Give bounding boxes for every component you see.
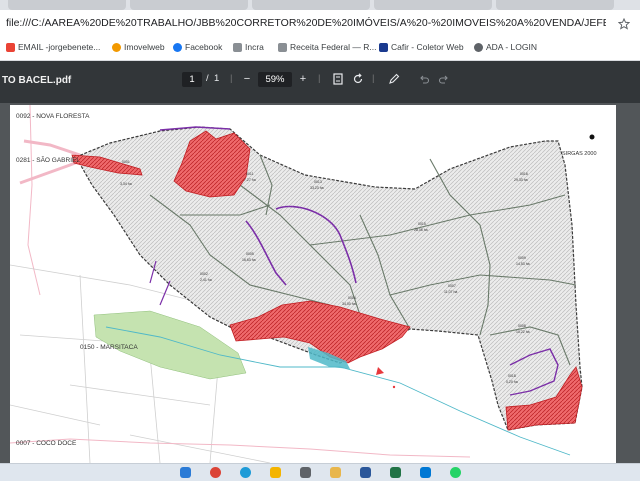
- label-marsitaca: 0150 - MARSITACA: [80, 344, 138, 351]
- svg-text:0018: 0018: [508, 374, 516, 378]
- pin-icon: [112, 42, 121, 52]
- page-total: 1: [214, 73, 220, 84]
- label-coco-doce: 0007 - COCO DOCE: [16, 440, 77, 447]
- whatsapp-icon[interactable]: [450, 467, 461, 478]
- svg-text:0004: 0004: [348, 296, 356, 300]
- divider: |: [318, 73, 321, 84]
- pdf-toolbar: TO BACEL.pdf 1 / 1 | − 59% + | |: [0, 61, 640, 103]
- address-bar[interactable]: file:///C:/AAREA%20DE%20TRABALHO/JBB%20C…: [0, 10, 640, 38]
- bookmark-incra[interactable]: Incra: [233, 42, 264, 52]
- pdf-viewer[interactable]: 0001 3,34 ha 0011 7,27 ha 0013 33,23 ha 001…: [0, 103, 640, 463]
- svg-text:2,41 ha: 2,41 ha: [200, 278, 212, 282]
- svg-text:29,33 ha: 29,33 ha: [514, 178, 528, 182]
- svg-text:0005: 0005: [246, 252, 254, 256]
- files-icon[interactable]: [270, 467, 281, 478]
- windows-start-icon[interactable]: [180, 467, 191, 478]
- outlook-icon[interactable]: [420, 467, 431, 478]
- browser-tab[interactable]: [8, 0, 126, 10]
- svg-text:16,63 ha: 16,63 ha: [242, 258, 256, 262]
- svg-text:34,00 ha: 34,00 ha: [342, 302, 356, 306]
- undo-icon[interactable]: [418, 73, 430, 85]
- svg-text:0015: 0015: [418, 222, 426, 226]
- word-icon[interactable]: [360, 467, 371, 478]
- bookmark-cafir[interactable]: Cafir - Coletor Web: [379, 42, 464, 52]
- north-marker: [589, 134, 595, 140]
- cafir-icon: [379, 42, 388, 52]
- svg-text:14,53 ha: 14,53 ha: [516, 262, 530, 266]
- receita-icon: [278, 42, 287, 52]
- annotate-icon[interactable]: [388, 73, 400, 85]
- svg-text:0002: 0002: [200, 272, 208, 276]
- svg-text:0013: 0013: [314, 180, 322, 184]
- bookmark-label: Imovelweb: [124, 42, 165, 52]
- bookmark-label: Facebook: [185, 42, 223, 52]
- svg-text:0,20 ha: 0,20 ha: [506, 380, 518, 384]
- page-separator: /: [206, 73, 209, 84]
- bookmark-label: Receita Federal — R...: [290, 42, 377, 52]
- pdf-page: 0001 3,34 ha 0011 7,27 ha 0013 33,23 ha 001…: [10, 105, 616, 463]
- star-icon[interactable]: [618, 18, 630, 30]
- property-map: 0001 3,34 ha 0011 7,27 ha 0013 33,23 ha 001…: [10, 105, 616, 463]
- bookmark-label: ADA - LOGIN: [486, 42, 538, 52]
- browser-tab[interactable]: [374, 0, 492, 10]
- label-sao-gabriel: 0281 - SÃO GABRIEL: [16, 155, 80, 164]
- browser-tab[interactable]: [130, 0, 248, 10]
- svg-text:0007: 0007: [448, 284, 456, 288]
- svg-text:7,27 ha: 7,27 ha: [244, 178, 256, 182]
- bookmark-label: Incra: [245, 42, 264, 52]
- incra-icon: [233, 42, 242, 52]
- svg-text:33,23 ha: 33,23 ha: [310, 186, 324, 190]
- excel-icon[interactable]: [390, 467, 401, 478]
- browser-tab[interactable]: [252, 0, 370, 10]
- rotate-icon[interactable]: [352, 73, 364, 85]
- svg-text:28,08 ha: 28,08 ha: [414, 228, 428, 232]
- zoom-in-button[interactable]: +: [296, 72, 310, 87]
- svg-text:0011: 0011: [246, 172, 254, 176]
- bookmark-ada[interactable]: ADA - LOGIN: [474, 42, 537, 52]
- bookmark-email[interactable]: EMAIL -jorgebenete...: [6, 42, 100, 52]
- page-number-input[interactable]: 1: [182, 72, 202, 87]
- svg-text:11,07 ha: 11,07 ha: [444, 290, 457, 294]
- folder-icon[interactable]: [330, 467, 341, 478]
- gmail-icon: [6, 42, 15, 52]
- bookmarks-bar: EMAIL -jorgebenete... Imovelweb Facebook…: [0, 38, 640, 61]
- fit-page-icon[interactable]: [332, 73, 344, 85]
- svg-text:10,22 ha: 10,22 ha: [516, 330, 530, 334]
- divider: |: [230, 73, 233, 84]
- facebook-icon: [173, 42, 182, 52]
- bookmark-imovelweb[interactable]: Imovelweb: [112, 42, 165, 52]
- red-marker: [392, 385, 396, 389]
- search-app-icon[interactable]: [300, 467, 311, 478]
- pdf-file-name: TO BACEL.pdf: [2, 75, 72, 86]
- label-sirgas: SIRGAS 2000: [562, 151, 597, 157]
- bookmark-label: Cafir - Coletor Web: [391, 42, 464, 52]
- taskbar: [0, 463, 640, 481]
- label-nova-floresta: 0092 - NOVA FLORESTA: [16, 113, 90, 120]
- redo-icon[interactable]: [438, 73, 450, 85]
- edge-icon[interactable]: [240, 467, 251, 478]
- svg-text:0008: 0008: [518, 324, 526, 328]
- bookmark-label: EMAIL -jorgebenete...: [18, 42, 101, 52]
- svg-text:0016: 0016: [520, 172, 528, 176]
- chrome-icon[interactable]: [210, 467, 221, 478]
- divider: |: [372, 73, 375, 84]
- svg-text:0009: 0009: [518, 256, 526, 260]
- bookmark-facebook[interactable]: Facebook: [173, 42, 222, 52]
- zoom-out-button[interactable]: −: [240, 72, 254, 87]
- svg-text:3,34 ha: 3,34 ha: [120, 182, 132, 186]
- url-text[interactable]: file:///C:/AAREA%20DE%20TRABALHO/JBB%20C…: [6, 17, 606, 29]
- svg-text:0001: 0001: [122, 160, 130, 164]
- bookmark-receita[interactable]: Receita Federal — R...: [278, 42, 376, 52]
- tab-strip: [0, 0, 640, 10]
- globe-icon: [474, 42, 483, 52]
- browser-tab[interactable]: [496, 0, 614, 10]
- zoom-input[interactable]: 59%: [258, 72, 292, 87]
